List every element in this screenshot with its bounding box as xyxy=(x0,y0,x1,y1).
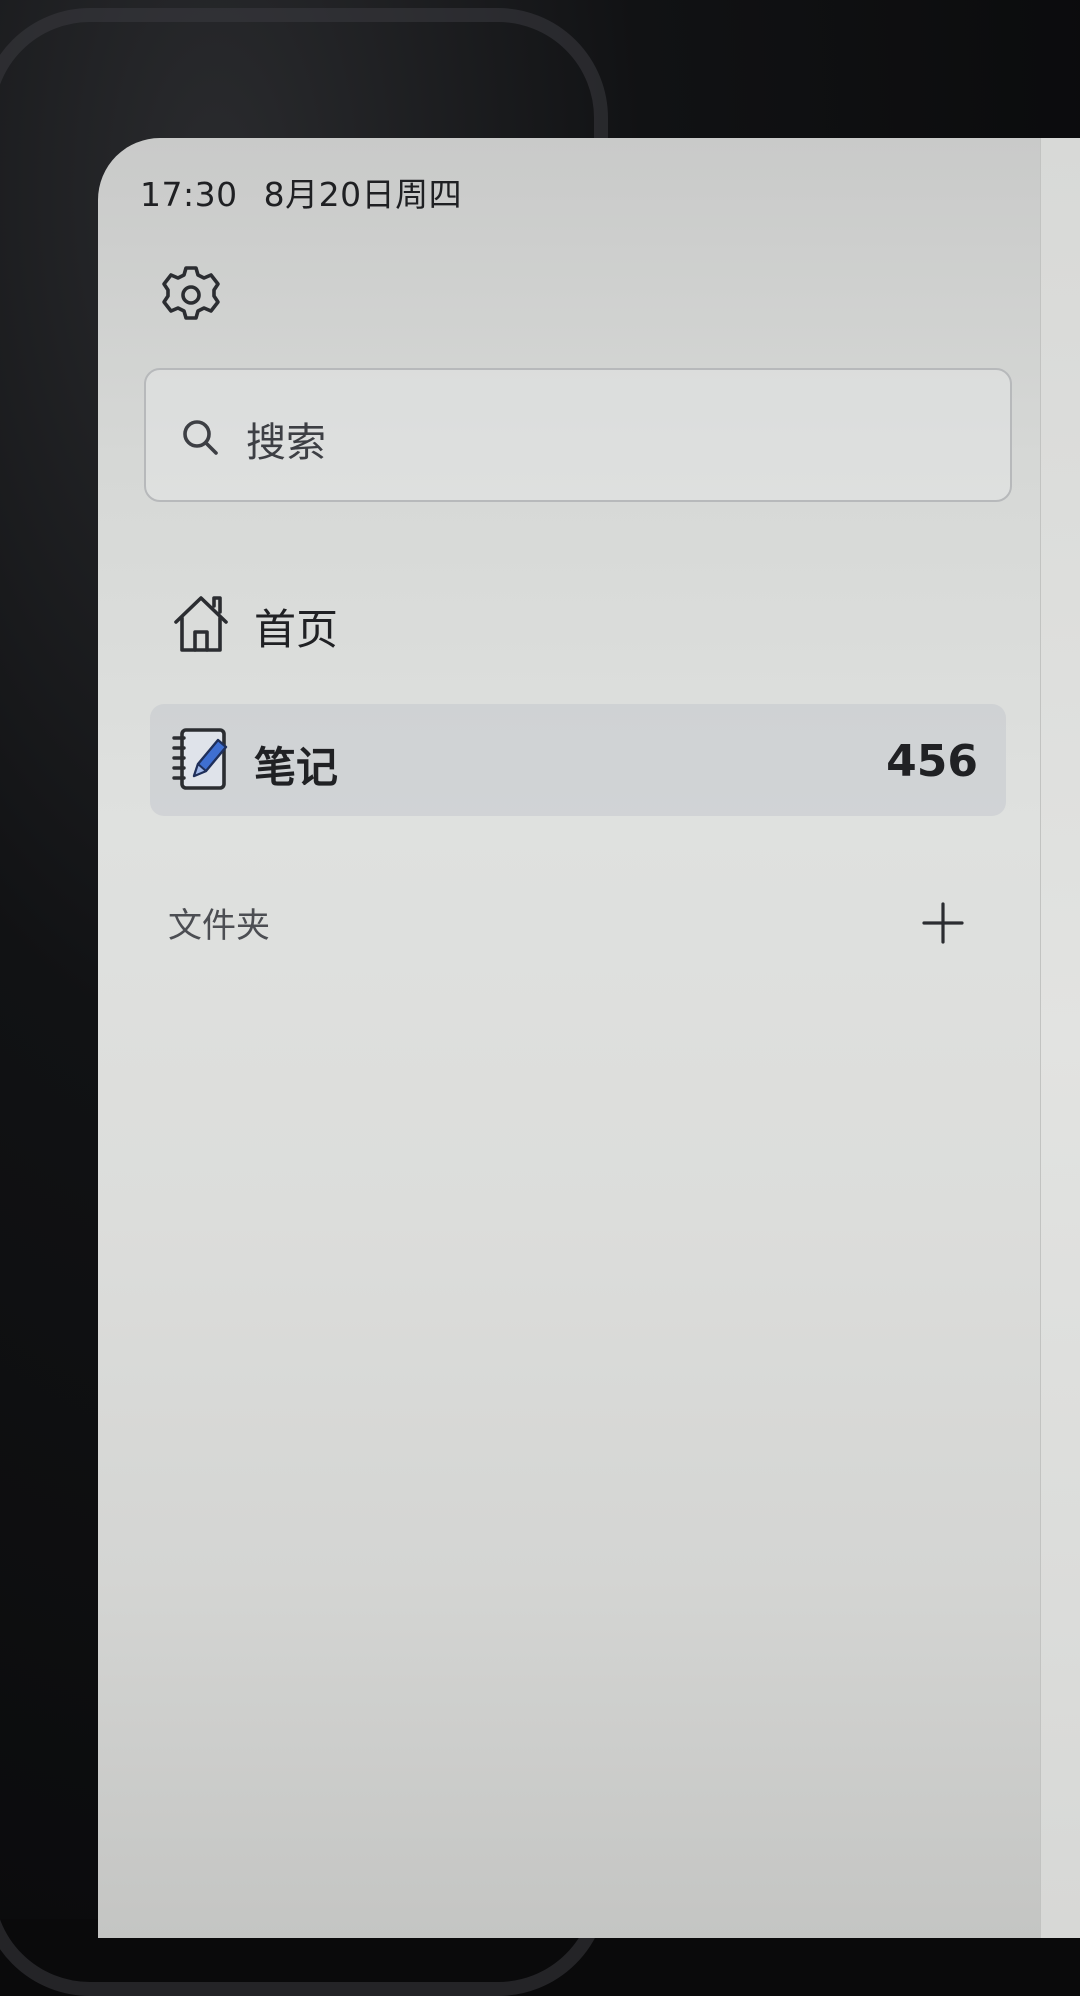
search-icon xyxy=(183,420,218,455)
search-field[interactable]: 搜索 xyxy=(144,368,1012,502)
notes-count-badge: 456 xyxy=(886,736,978,787)
status-bar: 17:30 8月20日周四 xyxy=(140,168,462,216)
settings-button[interactable] xyxy=(158,262,224,328)
notebook-pen-icon xyxy=(172,728,228,790)
gear-icon xyxy=(162,266,220,320)
screen: 17:30 8月20日周四 搜索 首页 笔记 456 文件夹 xyxy=(98,138,1080,1938)
house-icon xyxy=(174,596,228,652)
sidebar-item-home[interactable]: 首页 xyxy=(150,568,1006,680)
detail-pane-edge xyxy=(1040,138,1080,1938)
sidebar-item-notes[interactable]: 笔记 456 xyxy=(150,704,1006,816)
status-time: 17:30 xyxy=(140,175,238,214)
sidebar-item-label: 笔记 xyxy=(254,743,339,792)
status-date: 8月20日周四 xyxy=(263,175,463,214)
folders-section-header: 文件夹 xyxy=(168,906,270,946)
add-folder-button[interactable] xyxy=(918,898,968,948)
sidebar-item-label: 首页 xyxy=(254,605,339,654)
search-placeholder: 搜索 xyxy=(246,420,326,466)
plus-icon xyxy=(922,902,964,944)
